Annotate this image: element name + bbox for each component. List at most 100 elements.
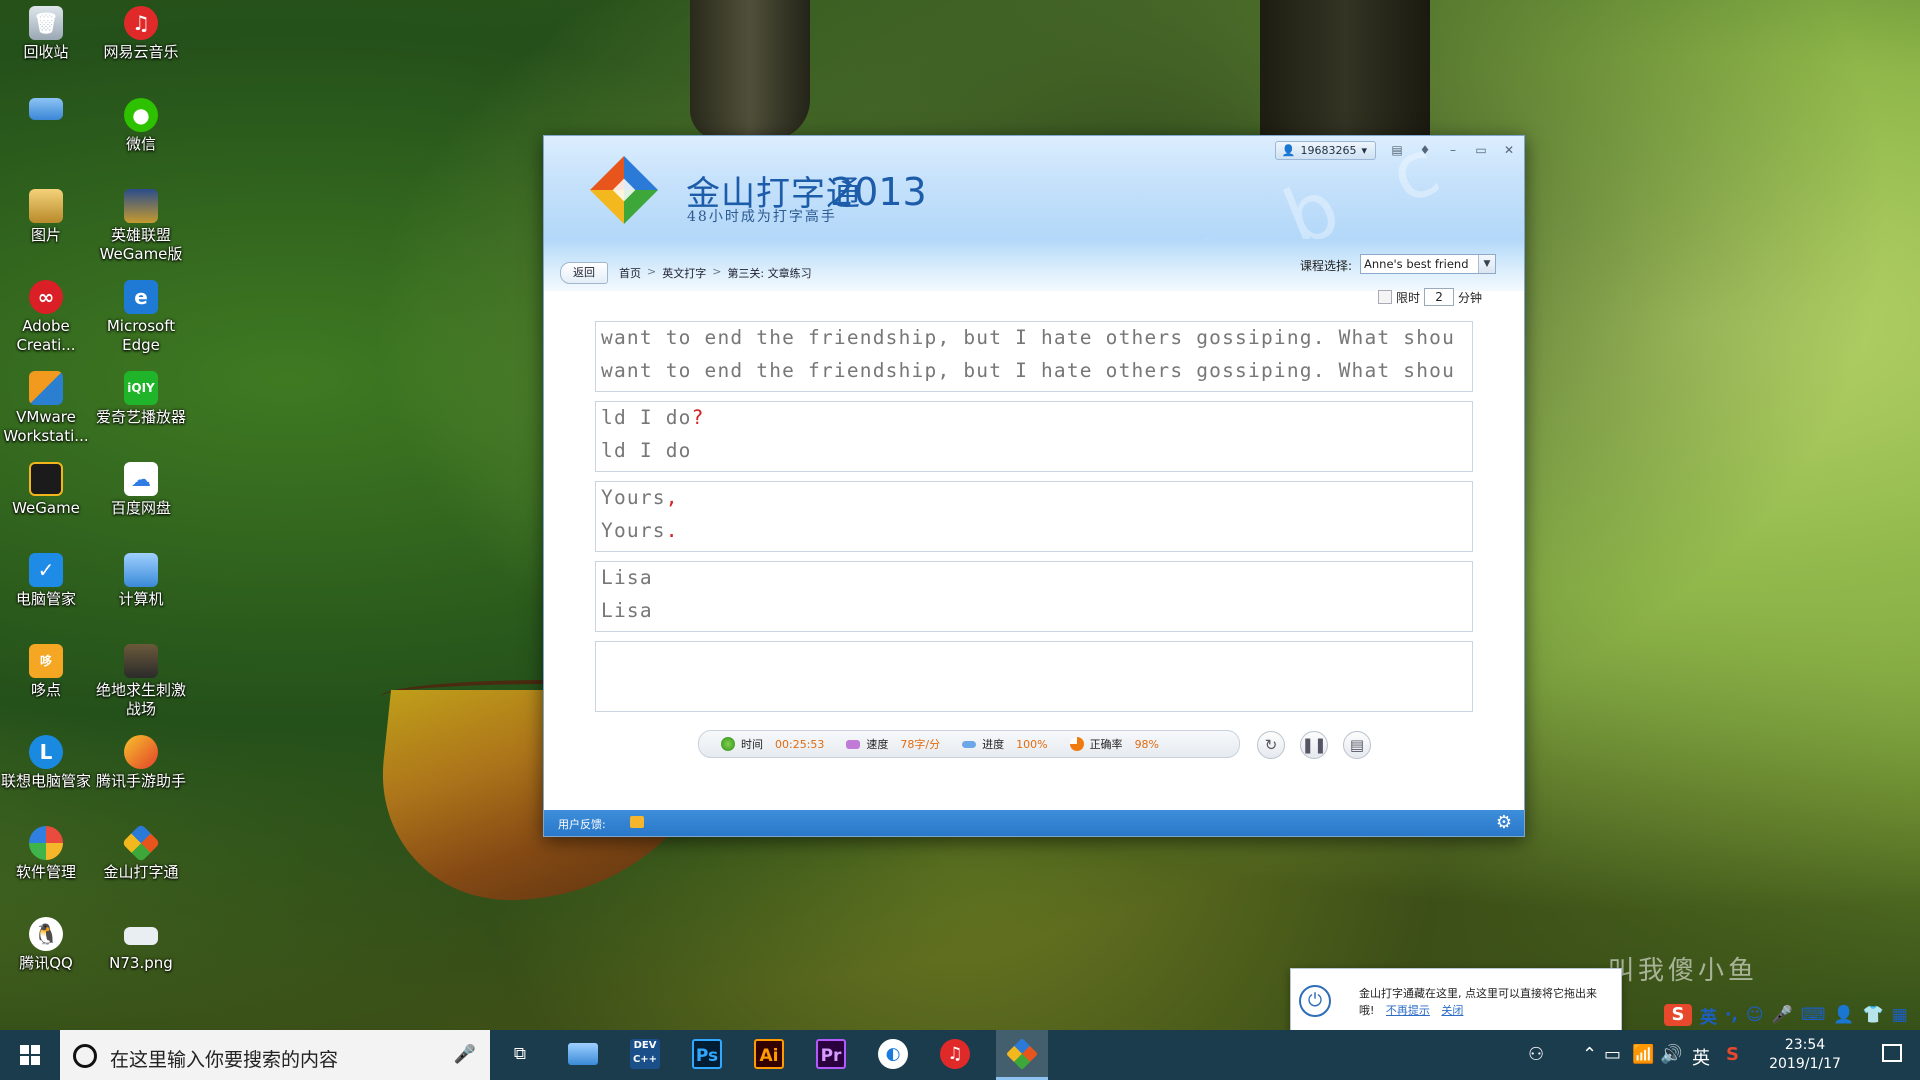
- start-button[interactable]: [0, 1030, 60, 1080]
- desktop-icon-label: 回收站: [23, 43, 69, 61]
- shield-icon: ✓: [29, 553, 63, 587]
- user-account-menu[interactable]: 👤 19683265 ▾: [1274, 140, 1376, 160]
- desktop-icon-netease-music[interactable]: ♫ 网易云音乐: [95, 6, 187, 62]
- netease-music-icon[interactable]: ♫: [940, 1039, 970, 1069]
- desktop-icon-pc-manager[interactable]: ✓ 电脑管家: [0, 553, 92, 609]
- browser-icon[interactable]: ◐: [878, 1039, 908, 1069]
- time-limit-input[interactable]: 2: [1424, 288, 1455, 306]
- desktop-icon-baidu-netdisk[interactable]: ☁ 百度网盘: [95, 462, 187, 518]
- desktop-icon-label: N73.png: [109, 954, 173, 972]
- typing-line[interactable]: Lisa Lisa: [595, 561, 1473, 632]
- volume-icon[interactable]: 🔊: [1660, 1044, 1682, 1065]
- restart-button[interactable]: ↻: [1257, 731, 1285, 759]
- reference-text: Yours,: [601, 486, 679, 509]
- user-center-icon[interactable]: 👤: [1833, 1005, 1854, 1025]
- stat-speed-label: 速度: [866, 738, 889, 751]
- photoshop-icon[interactable]: Ps: [692, 1039, 722, 1069]
- desktop-icon-iqiyi[interactable]: iQIY 爱奇艺播放器: [95, 371, 187, 427]
- desktop-icon-label: 图片: [30, 226, 61, 244]
- wechat-icon: ●: [124, 98, 158, 132]
- desktop-icon-league-of-legends[interactable]: 英雄联盟 WeGame版: [95, 189, 187, 264]
- report-button[interactable]: ▤: [1343, 731, 1371, 759]
- emoji-icon[interactable]: ☺: [1746, 1005, 1764, 1025]
- minimize-button[interactable]: –: [1446, 143, 1460, 157]
- breadcrumb-english-typing[interactable]: 英文打字: [662, 265, 706, 281]
- desktop-icon-qq[interactable]: 🐧 腾讯QQ: [0, 917, 92, 973]
- back-button[interactable]: 返回: [560, 262, 608, 284]
- desktop-icon-computer[interactable]: 计算机: [95, 553, 187, 609]
- restore-button[interactable]: ▭: [1474, 143, 1488, 157]
- input-language[interactable]: 英: [1692, 1044, 1710, 1070]
- reference-text: want to end the friendship, but I hate o…: [601, 326, 1456, 349]
- taskbar-search[interactable]: 在这里输入你要搜索的内容 🎤: [60, 1030, 490, 1080]
- typing-line[interactable]: Yours, Yours.: [595, 481, 1473, 552]
- desktop-icon-lenovo-manager[interactable]: L 联想电脑管家: [0, 735, 92, 791]
- tray-notification[interactable]: ⏻ 金山打字通藏在这里, 点这里可以直接将它拖出来哦! 不再提示 关闭: [1290, 968, 1622, 1034]
- devc-icon[interactable]: DEV C++: [630, 1039, 660, 1069]
- sogou-tray-icon[interactable]: S: [1726, 1044, 1739, 1065]
- premiere-icon[interactable]: Pr: [816, 1039, 846, 1069]
- desktop-icon-jinshan-typing[interactable]: 金山打字通: [95, 823, 187, 882]
- skin-icon[interactable]: 👕: [1863, 1005, 1884, 1025]
- wegame-icon: [29, 462, 63, 496]
- monitor-icon: [29, 98, 63, 120]
- desktop-icon-vmware[interactable]: VMware Workstati...: [0, 371, 92, 446]
- microphone-icon[interactable]: 🎤: [454, 1044, 476, 1065]
- punctuation-icon[interactable]: ·,: [1725, 1005, 1738, 1025]
- taskbar: 在这里输入你要搜索的内容 🎤 ⧉ DEV C++ Ps Ai Pr ◐ ♫ ⚇ …: [0, 1030, 1920, 1080]
- report-icon: ▤: [1349, 736, 1365, 754]
- people-icon[interactable]: ⚇: [1528, 1044, 1544, 1065]
- close-button[interactable]: ✕: [1502, 143, 1516, 157]
- app-year: 2013: [830, 170, 927, 214]
- time-limit-checkbox[interactable]: [1378, 290, 1392, 304]
- desktop-icon-duodian[interactable]: 哆 哆点: [0, 644, 92, 700]
- clock-date: 2019/1/17: [1769, 1056, 1841, 1072]
- desktop-icon-n73-png[interactable]: N73.png: [95, 917, 187, 973]
- file-explorer-icon[interactable]: [568, 1043, 598, 1065]
- feedback-chat-icon[interactable]: [630, 816, 644, 828]
- desktop-icon-wegame[interactable]: WeGame: [0, 462, 92, 518]
- app-header: a b c 金山打字通 2013 48小时成为打字高手 👤 19683265 ▾…: [544, 136, 1524, 239]
- desktop-icon-pictures[interactable]: 图片: [0, 189, 92, 245]
- microphone-icon[interactable]: 🎤: [1772, 1005, 1793, 1025]
- app-subtitle: 48小时成为打字高手: [687, 209, 837, 225]
- network-icon[interactable]: 📶: [1632, 1044, 1654, 1065]
- toolbox-icon[interactable]: ▦: [1892, 1005, 1908, 1025]
- desktop-icon-edge[interactable]: e Microsoft Edge: [95, 280, 187, 355]
- breadcrumb-home[interactable]: 首页: [619, 265, 641, 281]
- desktop-icon-label: WeGame: [12, 499, 80, 517]
- stat-speed: 速度 78字/分: [846, 736, 940, 752]
- desktop-icon-tencent-mobile-assistant[interactable]: 腾讯手游助手: [95, 735, 187, 791]
- close-link[interactable]: 关闭: [1441, 1004, 1463, 1017]
- task-view-icon[interactable]: ⧉: [505, 1039, 535, 1069]
- desktop-icon-pubg-mobile[interactable]: 绝地求生刺激战场: [95, 644, 187, 719]
- skin-icon[interactable]: ♦: [1418, 143, 1432, 157]
- notes-icon[interactable]: ▤: [1390, 143, 1404, 157]
- chevron-up-icon[interactable]: ⌃: [1582, 1044, 1597, 1065]
- desktop-icon-label: Adobe Creati...: [16, 317, 76, 354]
- clock[interactable]: 23:54 2019/1/17: [1760, 1036, 1850, 1074]
- desktop-icon-this-pc[interactable]: [0, 98, 92, 132]
- typing-line-empty[interactable]: [595, 641, 1473, 712]
- breadcrumb-separator: >: [712, 265, 722, 278]
- battery-icon[interactable]: ▭: [1604, 1044, 1621, 1065]
- desktop-icon-recycle-bin[interactable]: 🗑 回收站: [0, 6, 92, 62]
- typing-line[interactable]: ld I do? ld I do: [595, 401, 1473, 472]
- ime-language[interactable]: 英: [1700, 1003, 1717, 1028]
- illustrator-icon[interactable]: Ai: [754, 1039, 784, 1069]
- ime-toolbar: S 英 ·, ☺ 🎤 ⌨ 👤 👕 ▦: [1664, 1002, 1920, 1028]
- keyboard-icon[interactable]: ⌨: [1801, 1005, 1826, 1025]
- desktop-icon-adobe-creative-cloud[interactable]: ∞ Adobe Creati...: [0, 280, 92, 355]
- dont-show-again-link[interactable]: 不再提示: [1386, 1004, 1430, 1017]
- chevron-down-icon[interactable]: ▼: [1478, 255, 1495, 273]
- gear-icon[interactable]: ⚙: [1496, 812, 1512, 833]
- typing-line[interactable]: want to end the friendship, but I hate o…: [595, 321, 1473, 392]
- creative-cloud-icon: ∞: [29, 280, 63, 314]
- course-select[interactable]: Anne's best friend ▼: [1360, 254, 1496, 274]
- desktop-icon-wechat[interactable]: ● 微信: [95, 98, 187, 154]
- sogou-ime-icon[interactable]: S: [1664, 1004, 1692, 1026]
- pause-button[interactable]: ❚❚: [1300, 731, 1328, 759]
- action-center-icon[interactable]: [1882, 1044, 1902, 1062]
- desktop-icon-software-manager[interactable]: 软件管理: [0, 826, 92, 882]
- desktop-icon-label: 绝地求生刺激战场: [95, 681, 186, 718]
